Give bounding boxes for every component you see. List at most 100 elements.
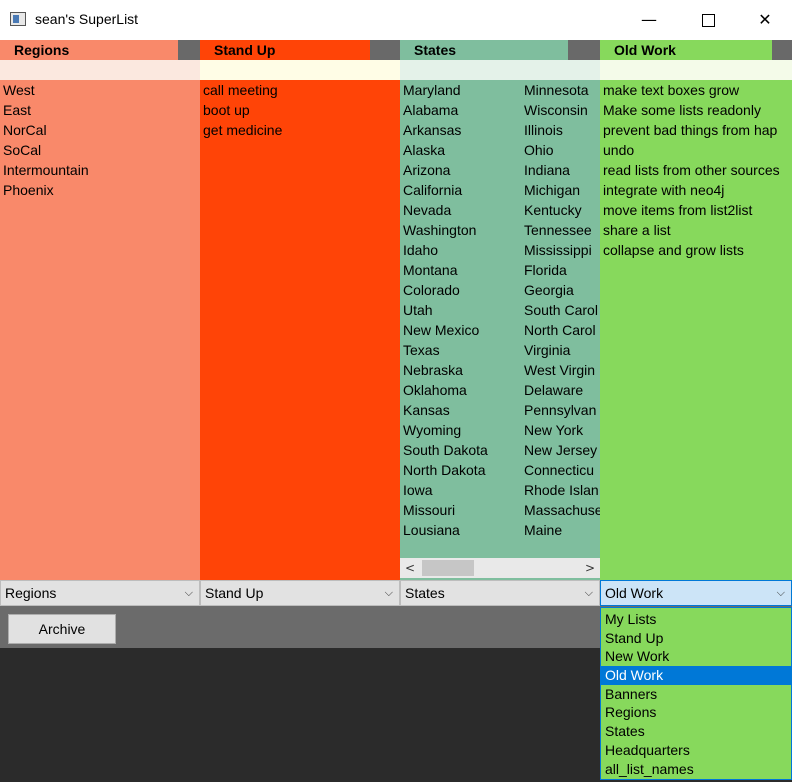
list-item[interactable]: Connecticu (524, 460, 603, 480)
list-item[interactable]: make text boxes grow (603, 80, 792, 100)
list-item[interactable]: South Dakota (403, 440, 521, 460)
list-item[interactable]: collapse and grow lists (603, 240, 792, 260)
list-item[interactable]: Pennsylvan (524, 400, 603, 420)
list-select-dropdown[interactable]: My Lists Stand Up New Work Old Work Bann… (600, 607, 792, 780)
list-item[interactable]: Minnesota (524, 80, 603, 100)
chevron-down-icon: ⌵ (584, 587, 593, 599)
list-item[interactable]: SoCal (3, 140, 89, 160)
list-item[interactable]: Lousiana (403, 520, 521, 540)
list-item[interactable]: New York (524, 420, 603, 440)
dropdown-option[interactable]: States (601, 722, 791, 741)
dropdown-option[interactable]: My Lists (601, 610, 791, 629)
list-item[interactable]: integrate with neo4j (603, 180, 792, 200)
list-select-standup[interactable]: Stand Up ⌵ (200, 580, 400, 606)
app-icon (10, 12, 26, 26)
list-item[interactable]: Colorado (403, 280, 521, 300)
list-item[interactable]: North Dakota (403, 460, 521, 480)
archive-button[interactable]: Archive (8, 614, 116, 644)
list-item[interactable]: Virginia (524, 340, 603, 360)
list-select-oldwork[interactable]: Old Work ⌵ (600, 580, 792, 606)
list-item[interactable]: Maryland (403, 80, 521, 100)
new-item-input[interactable] (0, 60, 200, 80)
combo-value: Old Work (605, 585, 664, 601)
list-item[interactable]: Wyoming (403, 420, 521, 440)
list-item[interactable]: get medicine (203, 120, 282, 140)
list-item[interactable]: Washington (403, 220, 521, 240)
new-item-input[interactable] (200, 60, 400, 80)
list-item[interactable]: read lists from other sources (603, 160, 792, 180)
list-item[interactable]: share a list (603, 220, 792, 240)
list-item[interactable]: call meeting (203, 80, 282, 100)
dropdown-option[interactable]: all_list_names (601, 760, 791, 779)
list-item[interactable]: Utah (403, 300, 521, 320)
scroll-left-icon[interactable]: < (400, 558, 420, 578)
list-item[interactable]: Arizona (403, 160, 521, 180)
list-item[interactable]: Wisconsin (524, 100, 603, 120)
list-item[interactable]: Massachuse (524, 500, 603, 520)
list-item[interactable]: Maine (524, 520, 603, 540)
list-select-states[interactable]: States ⌵ (400, 580, 600, 606)
list-item[interactable]: West (3, 80, 89, 100)
horizontal-scrollbar[interactable]: < > (400, 558, 600, 578)
list-item[interactable]: California (403, 180, 521, 200)
list-item[interactable]: Missouri (403, 500, 521, 520)
list-item[interactable]: Oklahoma (403, 380, 521, 400)
dropdown-option[interactable]: Headquarters (601, 741, 791, 760)
minimize-button[interactable]: — (620, 0, 678, 40)
list-item[interactable]: Nebraska (403, 360, 521, 380)
combo-value: Stand Up (205, 585, 264, 601)
item-list: make text boxes grow Make some lists rea… (600, 80, 792, 260)
dropdown-option-selected[interactable]: Old Work (601, 666, 791, 685)
item-list-right: Minnesota Wisconsin Illinois Ohio Indian… (521, 80, 603, 540)
list-item[interactable]: Iowa (403, 480, 521, 500)
item-list-left: Maryland Alabama Arkansas Alaska Arizona… (400, 80, 521, 540)
scroll-right-icon[interactable]: > (580, 558, 600, 578)
list-item[interactable]: Delaware (524, 380, 603, 400)
list-item[interactable]: North Carol (524, 320, 603, 340)
list-select-regions[interactable]: Regions ⌵ (0, 580, 200, 606)
list-item[interactable]: Montana (403, 260, 521, 280)
list-item[interactable]: undo (603, 140, 792, 160)
list-item[interactable]: Phoenix (3, 180, 89, 200)
list-item[interactable]: Make some lists readonly (603, 100, 792, 120)
close-button[interactable]: ✕ (736, 0, 792, 40)
list-item[interactable]: Intermountain (3, 160, 89, 180)
list-item[interactable]: Florida (524, 260, 603, 280)
list-item[interactable]: Michigan (524, 180, 603, 200)
list-item[interactable]: New Mexico (403, 320, 521, 340)
list-item[interactable]: Mississippi (524, 240, 603, 260)
scrollbar-thumb[interactable] (422, 560, 474, 576)
dropdown-option[interactable]: Regions (601, 703, 791, 722)
list-item[interactable]: Georgia (524, 280, 603, 300)
list-item[interactable]: Kansas (403, 400, 521, 420)
list-item[interactable]: Tennessee (524, 220, 603, 240)
new-item-input[interactable] (400, 60, 600, 80)
list-item[interactable]: West Virgin (524, 360, 603, 380)
list-item[interactable]: Rhode Islan (524, 480, 603, 500)
list-item[interactable]: New Jersey (524, 440, 603, 460)
list-item[interactable]: Nevada (403, 200, 521, 220)
maximize-button[interactable] (678, 0, 736, 40)
column-header: Regions (0, 40, 178, 60)
list-item[interactable]: Illinois (524, 120, 603, 140)
dropdown-option[interactable]: New Work (601, 647, 791, 666)
list-item[interactable]: Arkansas (403, 120, 521, 140)
column-header: Stand Up (200, 40, 370, 60)
maximize-icon (702, 14, 715, 27)
list-item[interactable]: Alaska (403, 140, 521, 160)
list-item[interactable]: South Carol (524, 300, 603, 320)
list-item[interactable]: Ohio (524, 140, 603, 160)
list-item[interactable]: move items from list2list (603, 200, 792, 220)
list-item[interactable]: NorCal (3, 120, 89, 140)
dropdown-option[interactable]: Stand Up (601, 629, 791, 648)
list-item[interactable]: Texas (403, 340, 521, 360)
list-item[interactable]: Idaho (403, 240, 521, 260)
list-item[interactable]: Alabama (403, 100, 521, 120)
list-item[interactable]: East (3, 100, 89, 120)
list-item[interactable]: prevent bad things from hap (603, 120, 792, 140)
dropdown-option[interactable]: Banners (601, 685, 791, 704)
list-item[interactable]: Kentucky (524, 200, 603, 220)
new-item-input[interactable] (600, 60, 792, 80)
list-item[interactable]: boot up (203, 100, 282, 120)
list-item[interactable]: Indiana (524, 160, 603, 180)
